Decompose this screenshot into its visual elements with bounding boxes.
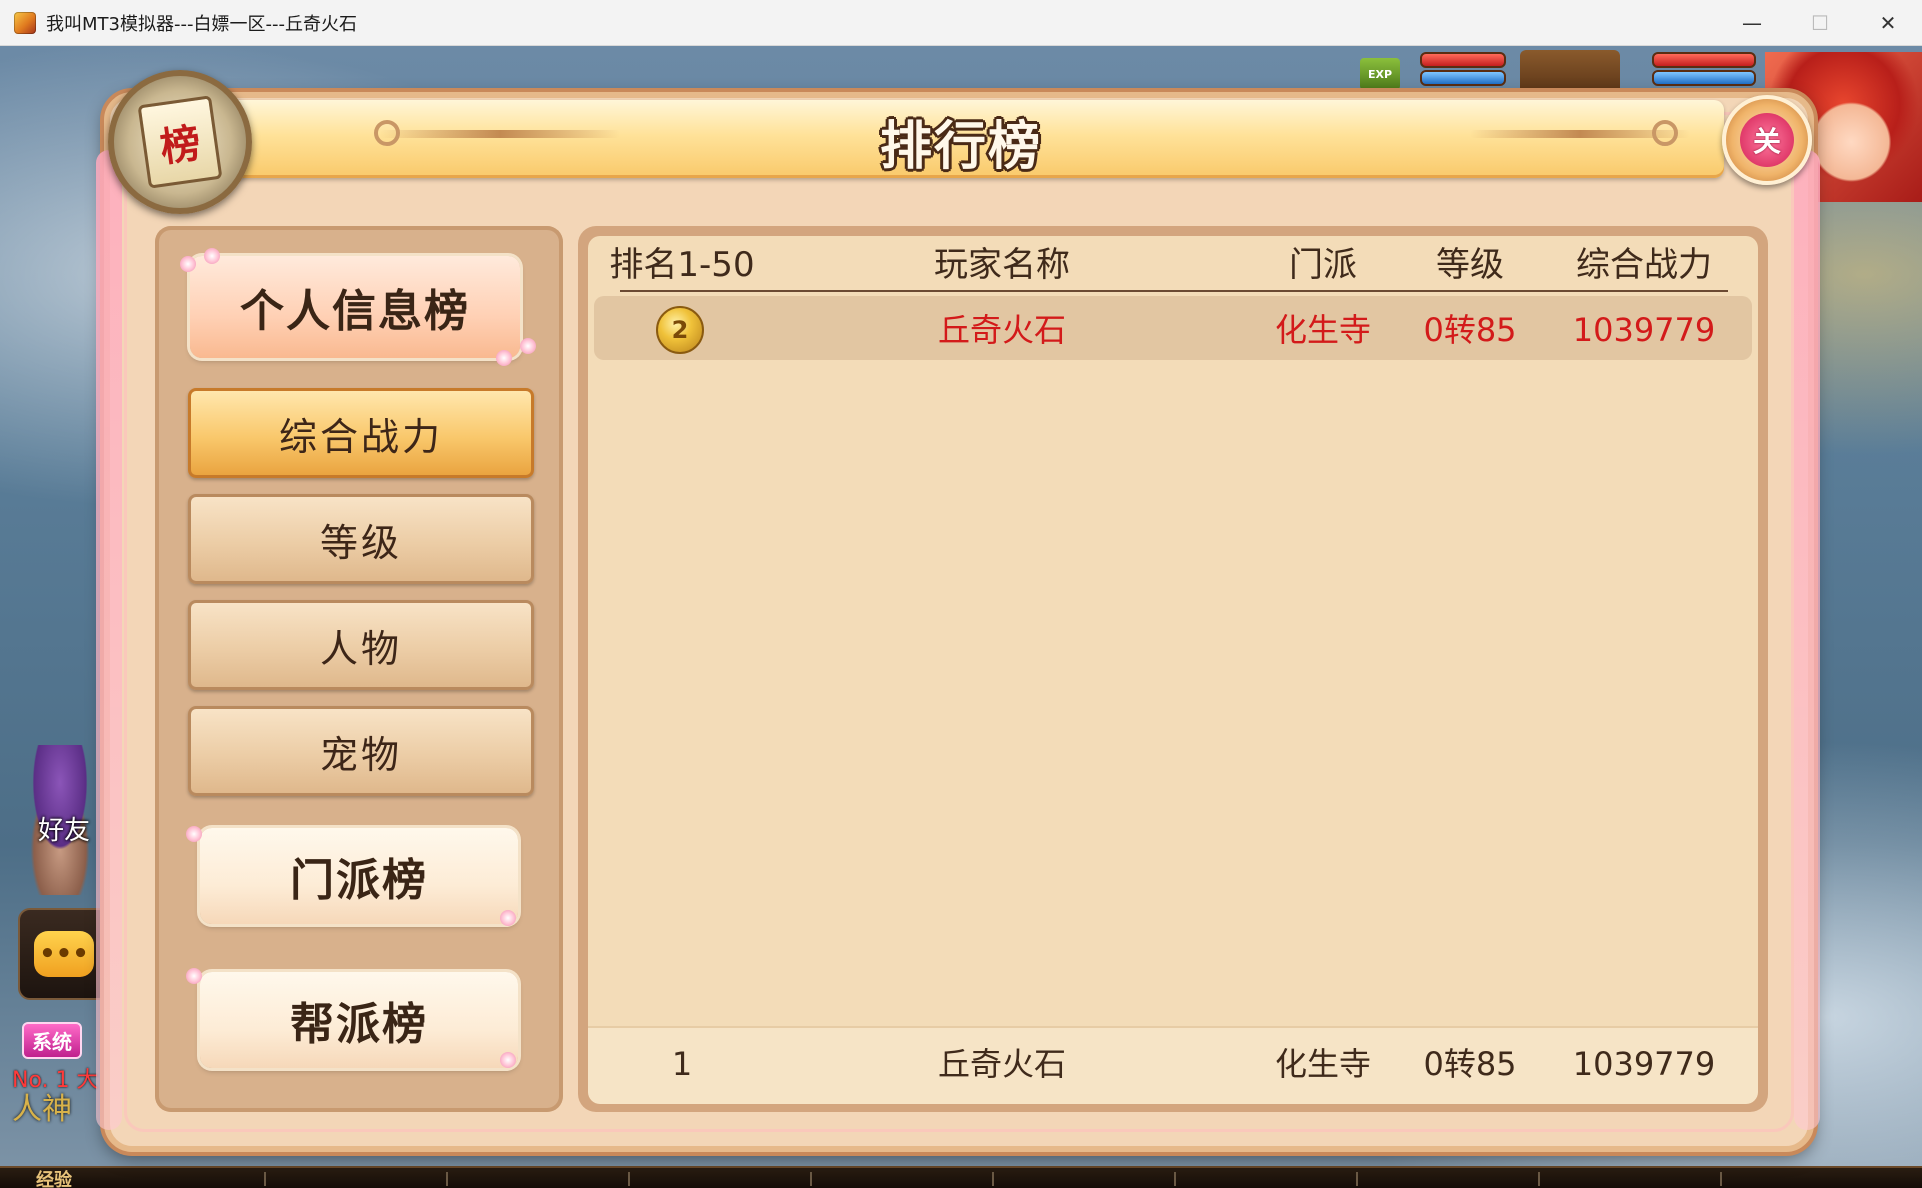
exp-tick xyxy=(810,1172,812,1186)
blossom-decoration xyxy=(186,968,202,984)
minimize-button[interactable]: — xyxy=(1718,0,1786,46)
ranking-emblem-icon: 榜 xyxy=(108,70,252,214)
chat-bubble-icon: ••• xyxy=(34,931,94,977)
exp-tick xyxy=(1538,1172,1540,1186)
my-rank-combat-power: 1039779 xyxy=(1572,1045,1716,1083)
pet-portrait-frame[interactable] xyxy=(1520,50,1620,94)
left-ribbon-decoration xyxy=(96,150,122,1130)
column-header-rank: 排名1-50 xyxy=(609,245,755,285)
maximize-button[interactable]: ☐ xyxy=(1786,0,1854,46)
blossom-decoration xyxy=(520,338,536,354)
exp-tick xyxy=(446,1172,448,1186)
hp-bar xyxy=(1420,52,1506,68)
my-rank-sect: 化生寺 xyxy=(1274,1045,1371,1083)
chat-message-line-2: 人神 xyxy=(12,1092,72,1127)
row-sect: 化生寺 xyxy=(1274,311,1371,349)
column-header-combat-power: 综合战力 xyxy=(1576,245,1712,285)
exp-tick xyxy=(264,1172,266,1186)
my-rank-player-name: 丘奇火石 xyxy=(937,1045,1066,1083)
subtab-combat-power[interactable]: 综合战力 xyxy=(188,388,534,478)
tab-personal-ranking[interactable]: 个人信息榜 xyxy=(190,256,520,358)
column-header-player-name: 玩家名称 xyxy=(934,245,1070,285)
column-header-sect: 门派 xyxy=(1289,245,1357,285)
system-channel-badge: 系统 xyxy=(22,1022,82,1059)
subtab-pet[interactable]: 宠物 xyxy=(188,706,534,796)
right-ribbon-decoration xyxy=(1794,150,1820,1130)
blossom-decoration xyxy=(204,248,220,264)
window-titlebar: 我叫MT3模拟器---白嫖一区---丘奇火石 — ☐ ✕ xyxy=(0,0,1922,46)
tab-faction-ranking[interactable]: 门派榜 xyxy=(200,828,518,924)
app-icon xyxy=(14,11,36,34)
close-panel-label: 关 xyxy=(1740,113,1794,167)
gold-medal-icon: 2 xyxy=(656,306,704,354)
subtab-level[interactable]: 等级 xyxy=(188,494,534,584)
blossom-decoration xyxy=(186,826,202,842)
column-header-level: 等级 xyxy=(1436,245,1504,285)
tab-guild-ranking[interactable]: 帮派榜 xyxy=(200,972,518,1068)
row-combat-power: 1039779 xyxy=(1572,311,1716,349)
experience-bar xyxy=(0,1166,1922,1188)
exp-badge-icon: EXP xyxy=(1360,58,1400,90)
blossom-decoration xyxy=(500,910,516,926)
player-mp-bar xyxy=(1652,70,1756,86)
blossom-decoration xyxy=(496,350,512,366)
ranking-table xyxy=(588,236,1758,1102)
close-panel-button[interactable]: 关 xyxy=(1722,95,1812,185)
row-level: 0转85 xyxy=(1423,311,1517,349)
ranking-scroll-icon: 榜 xyxy=(137,95,223,189)
window-controls: — ☐ ✕ xyxy=(1718,0,1922,46)
player-hp-bar xyxy=(1652,52,1756,68)
panel-title: 排行榜 xyxy=(879,117,1042,177)
blossom-decoration xyxy=(500,1052,516,1068)
table-header-divider xyxy=(620,290,1728,292)
friend-label: 好友 xyxy=(38,816,91,846)
close-window-button[interactable]: ✕ xyxy=(1854,0,1922,46)
exp-tick xyxy=(628,1172,630,1186)
row-player-name: 丘奇火石 xyxy=(937,311,1066,349)
mp-bar xyxy=(1420,70,1506,86)
exp-tick xyxy=(1720,1172,1722,1186)
subtab-character[interactable]: 人物 xyxy=(188,600,534,690)
my-rank-number: 1 xyxy=(671,1045,693,1083)
window-title: 我叫MT3模拟器---白嫖一区---丘奇火石 xyxy=(46,13,357,35)
exp-tick xyxy=(1356,1172,1358,1186)
blossom-decoration xyxy=(180,256,196,272)
exp-tick xyxy=(1174,1172,1176,1186)
my-rank-level: 0转85 xyxy=(1423,1045,1517,1083)
exp-tick xyxy=(992,1172,994,1186)
experience-label: 经验 xyxy=(36,1170,72,1188)
